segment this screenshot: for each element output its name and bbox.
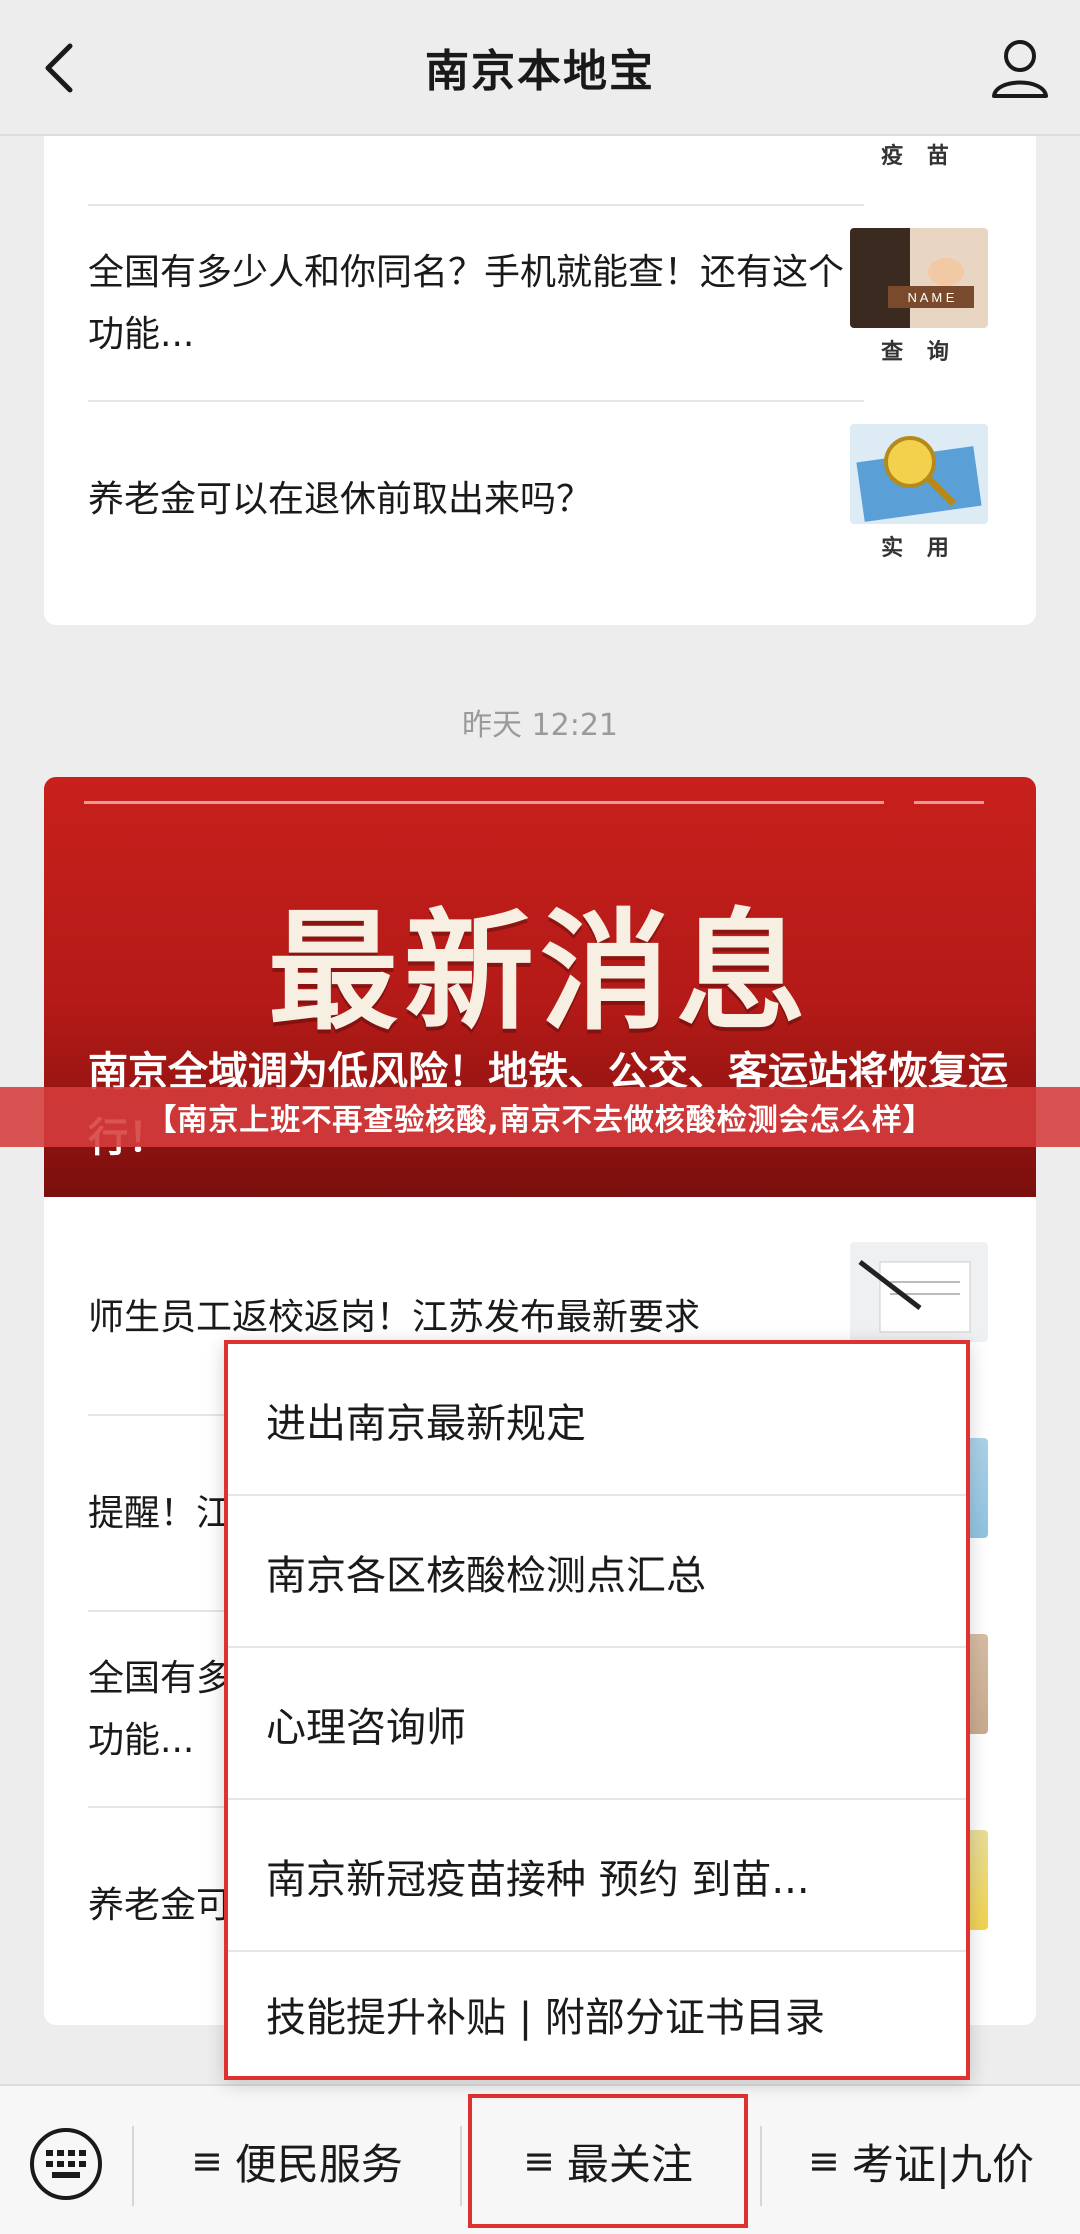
submenu-item[interactable]: 南京各区核酸检测点汇总 xyxy=(228,1496,966,1648)
menu-tab-certificates[interactable]: ≡ 考证|九价 xyxy=(762,2086,1080,2234)
decor-line xyxy=(914,801,984,804)
page-title: 南京本地宝 xyxy=(425,46,655,97)
submenu-item-label: 技能提升补贴 | 附部分证书目录 xyxy=(266,1995,825,2041)
submenu-item-label: 心理咨询师 xyxy=(266,1705,466,1751)
submenu-item-label: 进出南京最新规定 xyxy=(266,1401,586,1447)
top-nav-bar: 南京本地宝 xyxy=(0,0,1080,136)
keyboard-icon[interactable] xyxy=(28,2126,104,2202)
menu-lines-icon: ≡ xyxy=(191,2139,223,2183)
hero-headline: 最新消息 xyxy=(267,896,812,1048)
article-title: 养老金可以在退休前取出来吗？ xyxy=(88,479,593,520)
back-arrow-icon[interactable] xyxy=(30,34,94,102)
thumb-label: 实 用 xyxy=(881,536,957,561)
submenu-item[interactable]: 进出南京最新规定 xyxy=(228,1344,966,1496)
menu-tab-most-followed[interactable]: ≡ 最关注 xyxy=(462,2086,754,2234)
submenu-item[interactable]: 技能提升补贴 | 附部分证书目录 xyxy=(228,1952,966,2076)
name-search-thumbnail: N A M E xyxy=(850,228,988,328)
menu-lines-icon: ≡ xyxy=(808,2139,840,2183)
article-title: 全国有多少人和你同名？手机就能查！还有这个功能... xyxy=(88,252,845,355)
practical-thumbnail xyxy=(850,424,988,524)
menu-lines-icon: ≡ xyxy=(523,2139,555,2183)
menu-tab-label: 最关注 xyxy=(566,2139,693,2189)
submenu-popup: 进出南京最新规定 南京各区核酸检测点汇总 心理咨询师 南京新冠疫苗接种 预约 到… xyxy=(224,1340,970,2080)
menu-tab-label: 便民服务 xyxy=(234,2139,403,2189)
thumb-label: 疫 苗 xyxy=(881,144,957,169)
submenu-item[interactable]: 南京新冠疫苗接种 预约 到苗... xyxy=(228,1800,966,1952)
submenu-item[interactable]: 心理咨询师 xyxy=(228,1648,966,1800)
signing-thumbnail xyxy=(850,1242,988,1342)
menu-tab-services[interactable]: ≡ 便民服务 xyxy=(134,2086,460,2234)
thumb-label: 查 询 xyxy=(881,340,957,365)
menu-tab-label: 考证|九价 xyxy=(851,2139,1034,2189)
article-card-top: 疫 苗 全国有多少人和你同名？手机就能查！还有这个功能... N A M E 查… xyxy=(44,80,1036,625)
svg-text:N A M E: N A M E xyxy=(908,290,955,305)
decor-line xyxy=(84,801,884,804)
overlay-caption: 【南京上班不再查验核酸,南京不去做核酸检测会怎么样】 xyxy=(146,1103,934,1138)
bottom-menu-bar: ≡ 便民服务 ≡ 最关注 ≡ 考证|九价 xyxy=(0,2084,1080,2234)
message-timestamp: 昨天 12:21 xyxy=(462,708,618,743)
submenu-item-label: 南京新冠疫苗接种 预约 到苗... xyxy=(266,1857,810,1903)
article-item[interactable]: 养老金可以在退休前取出来吗？ 实 用 xyxy=(44,402,1036,598)
overlay-caption-bar: 【南京上班不再查验核酸,南京不去做核酸检测会怎么样】 xyxy=(0,1087,1080,1147)
submenu-item-label: 南京各区核酸检测点汇总 xyxy=(266,1553,706,1599)
user-profile-icon[interactable] xyxy=(986,34,1054,102)
article-item[interactable]: 全国有多少人和你同名？手机就能查！还有这个功能... N A M E 查 询 xyxy=(44,206,1036,402)
